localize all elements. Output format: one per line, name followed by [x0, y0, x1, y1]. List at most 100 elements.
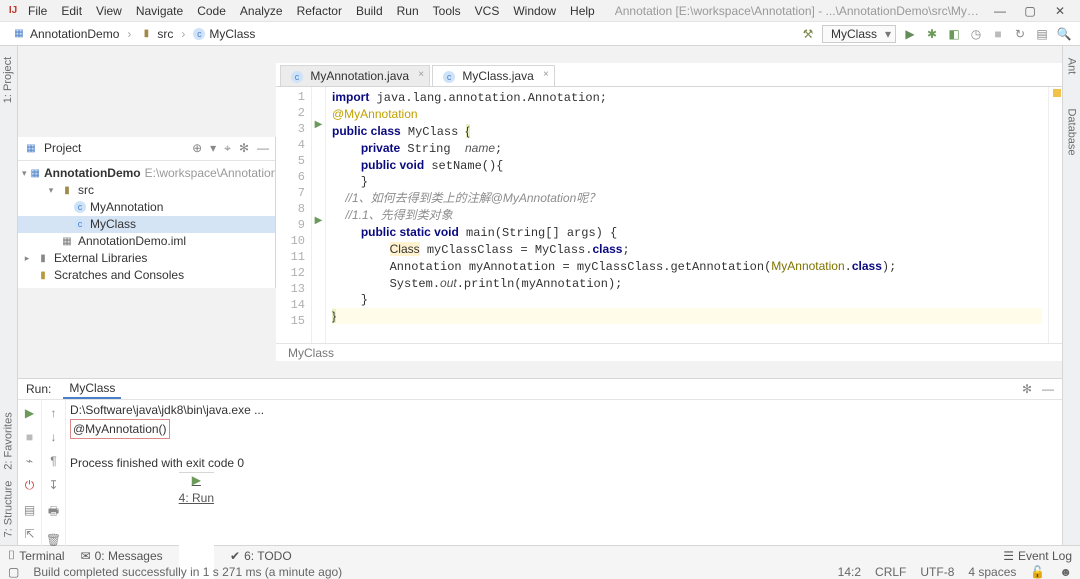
menu-navigate[interactable]: Navigate: [130, 2, 189, 20]
locate-icon[interactable]: ⌖: [224, 141, 231, 156]
build-icon[interactable]: ⚒: [800, 26, 816, 42]
breadcrumb-file[interactable]: cMyClass: [187, 25, 261, 43]
down-icon[interactable]: ↓: [51, 430, 57, 444]
menu-build[interactable]: Build: [350, 2, 389, 20]
terminal-icon: ⌷: [8, 548, 15, 563]
run-config-combo[interactable]: MyClass: [822, 25, 896, 43]
tree-twisty-icon[interactable]: ▸: [22, 253, 32, 264]
tree-twisty-icon[interactable]: ▾: [46, 185, 56, 196]
right-tool-gutter: Ant Database: [1062, 46, 1080, 545]
close-icon[interactable]: ×: [418, 69, 424, 80]
menu-help[interactable]: Help: [564, 2, 601, 20]
project-tree[interactable]: ▾ ▦ AnnotationDemo E:\workspace\Annotati…: [18, 161, 275, 288]
run-icon[interactable]: ▶: [902, 26, 918, 42]
tree-src-label: src: [78, 183, 94, 197]
tree-twisty-icon[interactable]: [22, 270, 32, 280]
menu-view[interactable]: View: [90, 2, 128, 20]
tree-root[interactable]: ▾ ▦ AnnotationDemo E:\workspace\Annotati…: [18, 165, 275, 182]
clear-icon[interactable]: 🗑: [46, 533, 61, 547]
toolwin-ant-button[interactable]: Ant: [1065, 58, 1077, 75]
exit-icon[interactable]: ⏻: [25, 478, 35, 493]
toolwin-messages-button[interactable]: ✉0: Messages: [81, 549, 163, 563]
run-output[interactable]: D:\Software\java\jdk8\bin\java.exe ... @…: [66, 400, 1062, 547]
tab-myclass[interactable]: c MyClass.java ×: [432, 65, 555, 86]
menu-vcs[interactable]: VCS: [469, 2, 506, 20]
tree-iml-label: AnnotationDemo.iml: [78, 234, 186, 248]
tree-ext-label: External Libraries: [54, 251, 147, 265]
run-gutter[interactable]: ▶▶: [312, 87, 326, 343]
close-icon[interactable]: ×: [543, 69, 549, 80]
print-icon[interactable]: 🖶: [48, 502, 59, 523]
hide-icon[interactable]: —: [257, 141, 269, 156]
scroll-icon[interactable]: ↧: [48, 478, 58, 492]
inspection-icon[interactable]: ☻: [1059, 565, 1072, 579]
chevron-down-icon[interactable]: ▾: [210, 141, 216, 156]
rerun-icon[interactable]: ▶: [25, 406, 34, 420]
bottom-tool-strip: ⌷Terminal ✉0: Messages ▶4: Run ✔6: TODO …: [0, 545, 1080, 565]
code-area[interactable]: 1 2 3 4 5 6 7 8 9 10 11 12 13 14 15 ▶▶ i…: [276, 87, 1062, 343]
debug-icon[interactable]: ✱: [924, 26, 940, 42]
tree-iml[interactable]: ▦ AnnotationDemo.iml: [18, 233, 275, 250]
menu-run[interactable]: Run: [391, 2, 425, 20]
menu-code[interactable]: Code: [191, 2, 232, 20]
window-close-button[interactable]: ✕: [1046, 2, 1074, 20]
window-maximize-button[interactable]: ▢: [1016, 2, 1044, 20]
layout-icon[interactable]: ▤: [24, 503, 35, 517]
menu-analyze[interactable]: Analyze: [234, 2, 289, 20]
tree-scratches[interactable]: ▮ Scratches and Consoles: [18, 267, 275, 284]
toolwin-project-button[interactable]: 1: Project: [3, 57, 15, 103]
code-text[interactable]: import java.lang.annotation.Annotation; …: [326, 87, 1048, 343]
tree-external-libs[interactable]: ▸ ▮ External Libraries: [18, 250, 275, 267]
gear-icon[interactable]: ✻: [1022, 382, 1032, 396]
toolwin-structure-button[interactable]: 7: Structure: [3, 481, 15, 538]
lock-icon[interactable]: 🔓: [1030, 565, 1045, 579]
toggle-toolwindows-icon[interactable]: ▢: [8, 565, 19, 579]
toolwin-database-button[interactable]: Database: [1066, 108, 1078, 155]
toolwin-todo-button[interactable]: ✔6: TODO: [230, 549, 292, 563]
structure-icon[interactable]: ▤: [1034, 26, 1050, 42]
toolwin-terminal-button[interactable]: ⌷Terminal: [8, 548, 65, 563]
toolwin-run-button[interactable]: ▶4: Run: [179, 472, 214, 579]
collapse-icon[interactable]: ⊕: [192, 141, 202, 156]
update-icon[interactable]: ↻: [1012, 26, 1028, 42]
window-minimize-button[interactable]: —: [986, 2, 1014, 20]
app-icon: IJ: [6, 4, 20, 18]
status-line-sep[interactable]: CRLF: [875, 565, 906, 579]
breadcrumb-src[interactable]: ▮src: [133, 25, 179, 43]
error-stripe[interactable]: [1048, 87, 1062, 343]
status-encoding[interactable]: UTF-8: [920, 565, 954, 579]
libraries-icon: ▮: [36, 251, 50, 265]
status-indent[interactable]: 4 spaces: [968, 565, 1016, 579]
tree-file-myannotation[interactable]: c MyAnnotation: [18, 199, 275, 216]
project-title[interactable]: Project: [44, 141, 186, 155]
run-config-tab[interactable]: MyClass: [63, 379, 121, 399]
tab-myannotation[interactable]: c MyAnnotation.java ×: [280, 65, 430, 86]
menu-file[interactable]: File: [22, 2, 53, 20]
wrap-icon[interactable]: ¶: [50, 454, 56, 468]
gear-icon[interactable]: ✻: [239, 141, 249, 156]
stop-icon[interactable]: ■: [26, 430, 33, 444]
menu-edit[interactable]: Edit: [55, 2, 88, 20]
pin-icon[interactable]: ⇱: [24, 527, 34, 541]
run-icon: ▶: [192, 473, 201, 487]
warning-marker-icon[interactable]: [1053, 89, 1061, 97]
menu-tools[interactable]: Tools: [427, 2, 467, 20]
up-icon[interactable]: ↑: [51, 406, 57, 420]
toolwin-eventlog-button[interactable]: ☰Event Log: [1003, 549, 1072, 563]
status-caret-pos[interactable]: 14:2: [838, 565, 861, 579]
tree-src[interactable]: ▾ ▮ src: [18, 182, 275, 199]
menu-refactor[interactable]: Refactor: [291, 2, 348, 20]
breadcrumb-root[interactable]: ▦AnnotationDemo: [6, 25, 125, 43]
dump-icon[interactable]: ⌁: [26, 454, 33, 468]
coverage-icon[interactable]: ◧: [946, 26, 962, 42]
profile-icon[interactable]: ◷: [968, 26, 984, 42]
search-icon[interactable]: 🔍: [1056, 26, 1072, 42]
editor-breadcrumb[interactable]: MyClass: [276, 343, 1062, 361]
left-tool-gutter: 1: Project 2: Favorites 7: Structure: [0, 46, 18, 545]
tree-file-myclass[interactable]: c MyClass: [18, 216, 275, 233]
menu-window[interactable]: Window: [507, 2, 562, 20]
hide-icon[interactable]: —: [1042, 382, 1054, 396]
stop-icon[interactable]: ■: [990, 26, 1006, 42]
toolwin-favorites-button[interactable]: 2: Favorites: [3, 412, 15, 469]
tree-twisty-icon[interactable]: ▾: [22, 168, 27, 179]
